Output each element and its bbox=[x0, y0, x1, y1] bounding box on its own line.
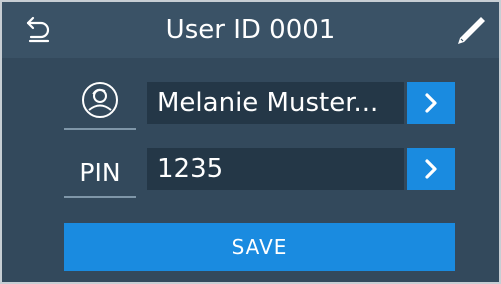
pin-label-divider bbox=[64, 196, 136, 198]
user-edit-screen: User ID 0001 Melanie Muster... PIN 1235 bbox=[0, 0, 501, 284]
pin-label: PIN bbox=[79, 158, 121, 187]
user-avatar-icon bbox=[82, 82, 118, 118]
user-avatar-label bbox=[64, 74, 136, 130]
page-title: User ID 0001 bbox=[165, 15, 336, 45]
pin-value: 1235 bbox=[157, 154, 224, 184]
user-name-arrow-button[interactable] bbox=[407, 82, 455, 124]
user-name-value: Melanie Muster... bbox=[157, 88, 379, 118]
name-label-divider bbox=[64, 128, 136, 130]
pencil-icon bbox=[458, 17, 485, 44]
header-bar: User ID 0001 bbox=[2, 2, 499, 58]
save-button[interactable]: SAVE bbox=[64, 223, 455, 271]
chevron-right-icon bbox=[425, 93, 437, 113]
edit-button[interactable] bbox=[452, 12, 488, 48]
chevron-right-icon bbox=[425, 159, 437, 179]
user-name-field[interactable]: Melanie Muster... bbox=[147, 82, 404, 124]
pin-field[interactable]: 1235 bbox=[147, 148, 404, 190]
pin-arrow-button[interactable] bbox=[407, 148, 455, 190]
